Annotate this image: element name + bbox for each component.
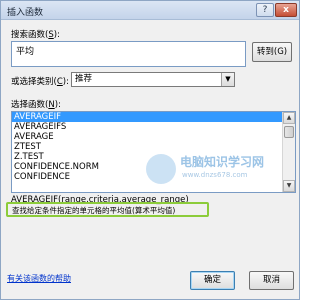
insert-function-dialog: 插入函数 ? x 搜索函数(S): 平均 转到(G) 或选择类别(C): 推荐 … [0,0,300,300]
function-list-item[interactable]: AVERAGE [12,132,282,142]
chevron-down-icon[interactable]: ▼ [221,73,234,86]
scroll-down-icon[interactable]: ▼ [283,180,295,192]
function-list-item[interactable]: AVERAGEIFS [12,122,282,132]
cancel-button[interactable]: 取消 [249,271,294,290]
function-list-item[interactable]: AVERAGEIF [12,112,282,122]
search-label: 搜索函数(S): [11,30,60,40]
watermark-logo-icon [146,154,176,184]
function-list-label: 选择函数(N): [11,100,61,110]
watermark-url: www.dnzs678.com [182,171,248,179]
scroll-thumb[interactable] [284,126,294,138]
description-highlight: 查找给定条件指定的单元格的平均值(算术平均值) [6,202,209,217]
close-button[interactable]: x [275,3,297,17]
category-label: 或选择类别(C): [11,77,69,87]
watermark: 电脑知识学习网 www.dnzs678.com [146,151,266,191]
search-input[interactable]: 平均 [11,41,246,67]
category-value: 推荐 [75,74,93,84]
title-bar: 插入函数 ? x [1,1,299,20]
help-button[interactable]: ? [256,3,274,17]
dialog-title: 插入函数 [7,8,44,18]
category-select[interactable]: 推荐 ▼ [71,72,235,87]
function-description: 查找给定条件指定的单元格的平均值(算术平均值) [12,206,176,215]
list-scrollbar[interactable]: ▲ ▼ [282,112,295,192]
scroll-up-icon[interactable]: ▲ [283,112,295,124]
go-button[interactable]: 转到(G) [252,42,292,62]
function-help-link[interactable]: 有关该函数的帮助 [7,273,71,284]
ok-button[interactable]: 确定 [190,271,235,290]
watermark-text: 电脑知识学习网 [180,155,265,169]
